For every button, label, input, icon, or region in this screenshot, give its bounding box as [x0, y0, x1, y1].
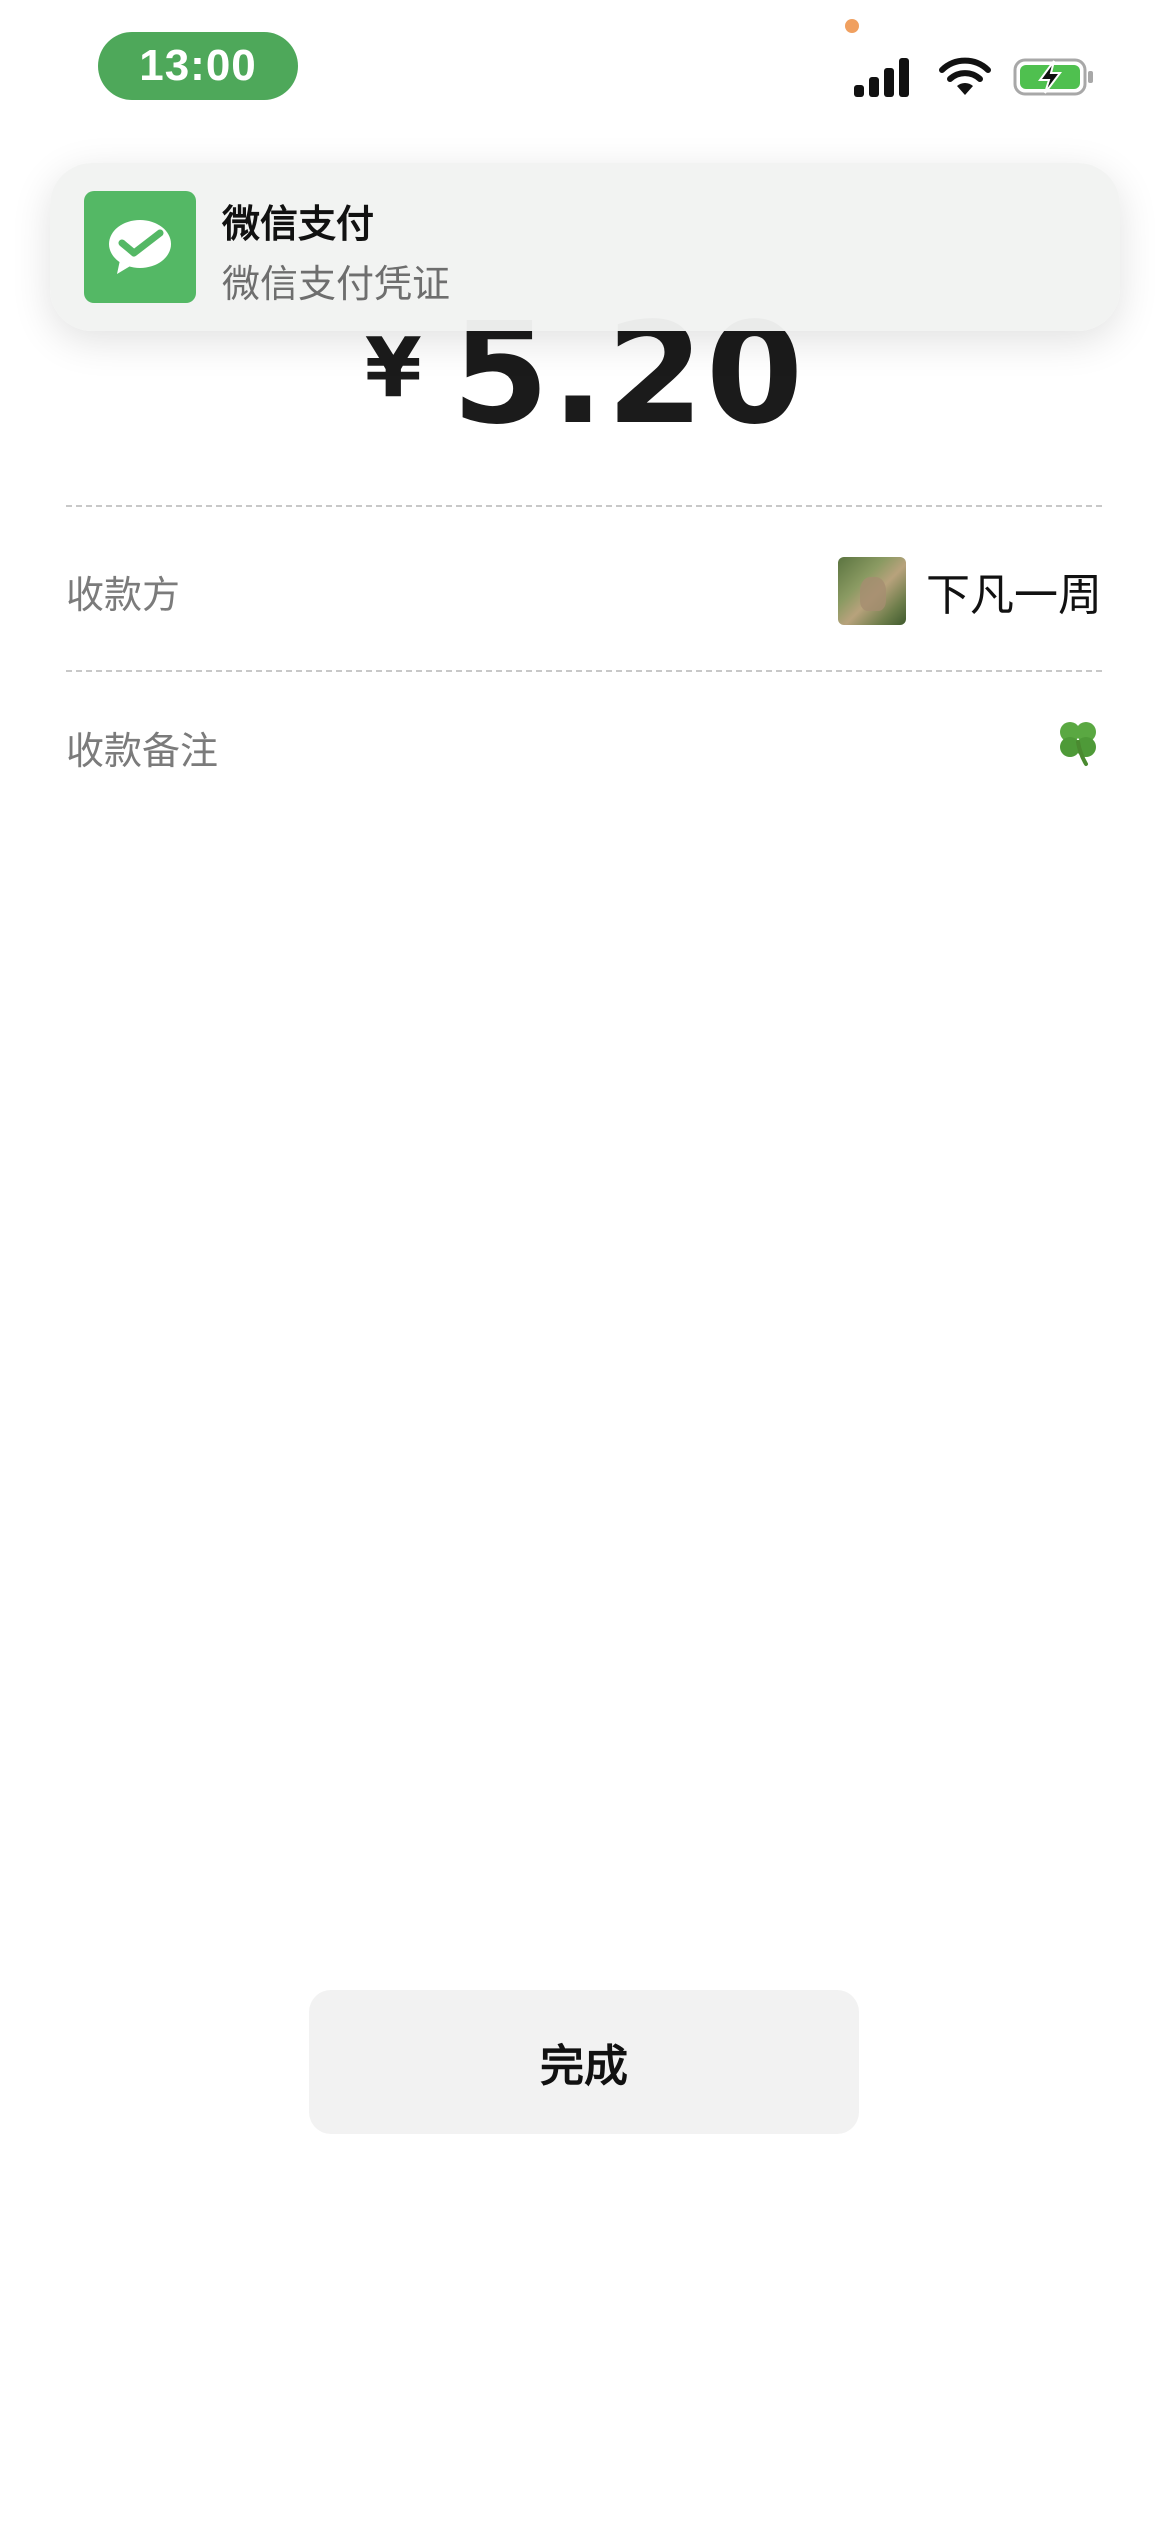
payment-receipt-screen: 13:00 ¥ 5.20 收款方 下凡一周 收款备注 完成 微信支付 微信支付凭…	[0, 0, 1170, 2532]
divider-middle	[66, 670, 1102, 672]
status-bar: 13:00	[0, 0, 1170, 140]
payee-info[interactable]: 下凡一周	[838, 556, 1102, 626]
wechat-pay-icon	[84, 191, 196, 303]
divider-top	[66, 505, 1102, 507]
battery-charging-icon	[1013, 58, 1093, 96]
done-button[interactable]: 完成	[309, 1990, 859, 2134]
notification-banner[interactable]: 微信支付 微信支付凭证	[50, 163, 1120, 331]
notification-title: 微信支付	[222, 202, 375, 246]
notification-message: 微信支付凭证	[222, 262, 451, 306]
payee-label: 收款方	[66, 573, 181, 617]
payee-avatar	[838, 557, 906, 625]
privacy-indicator-dot	[845, 19, 859, 33]
payee-name: 下凡一周	[926, 570, 1102, 621]
four-leaf-clover-icon	[1060, 722, 1096, 766]
cellular-signal-icon	[854, 58, 909, 97]
memo-label: 收款备注	[66, 729, 219, 773]
status-time[interactable]: 13:00	[98, 32, 298, 100]
currency-symbol: ¥	[364, 321, 422, 416]
wifi-icon	[939, 57, 991, 95]
chat-bubble-check-icon	[109, 220, 171, 274]
status-icons	[852, 55, 1093, 99]
